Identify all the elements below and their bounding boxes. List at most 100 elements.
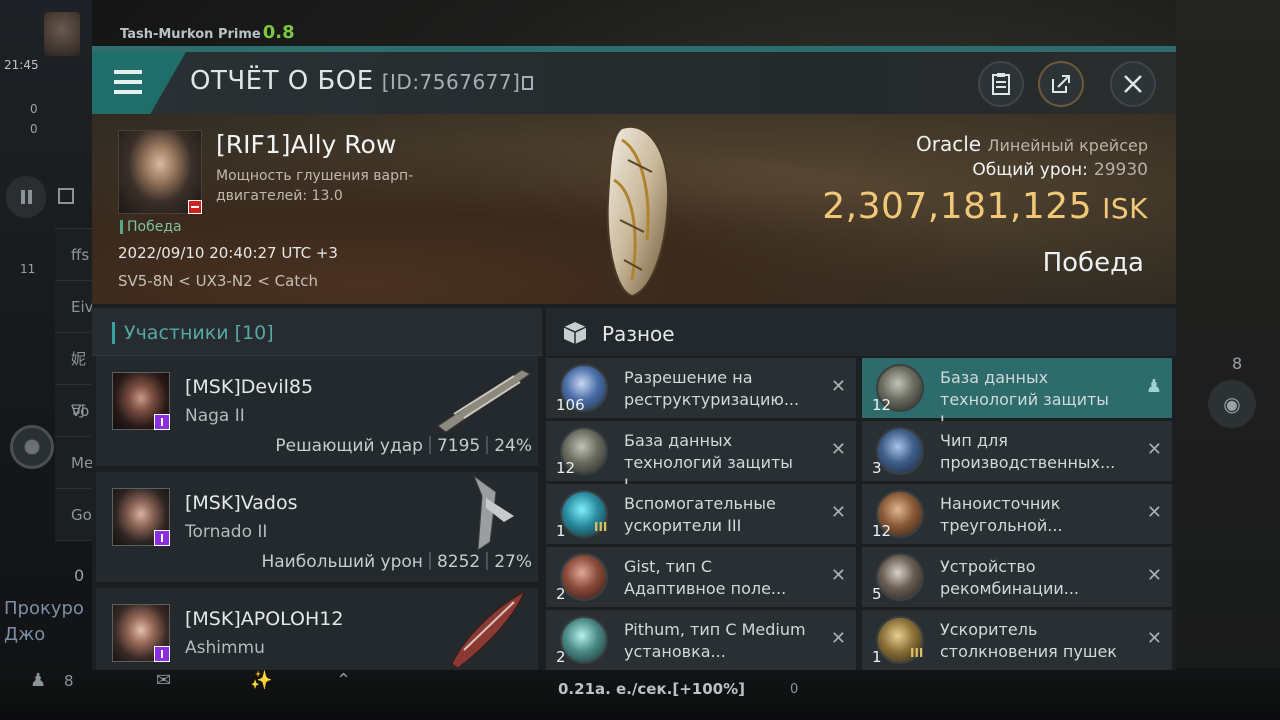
player-avatar[interactable]	[44, 12, 80, 56]
victim-summary: [RIF1]Ally Row Мощность глушения варп-дв…	[92, 114, 1176, 304]
loot-item[interactable]: 2 Pithum, тип C Medium установка... ✕	[546, 610, 856, 670]
loot-item[interactable]: 2 Gist, тип C Адаптивное поле... ✕	[546, 547, 856, 607]
participant-name: [MSK]Devil85	[185, 376, 314, 398]
role-badge-icon	[154, 414, 170, 430]
hostile-badge-icon	[188, 200, 202, 214]
drop-icon: ✕	[830, 502, 846, 523]
loot-item[interactable]: 12 База данных технологий защиты I... ✕	[546, 421, 856, 494]
counter-2: 0	[30, 122, 38, 136]
participant-ship: Naga II	[185, 406, 245, 426]
drop-icon: ✕	[830, 376, 846, 397]
item-quantity: 12	[872, 522, 892, 540]
loot-item-selected[interactable]: 12 База данных технологий защиты I... ♟	[862, 358, 1172, 431]
participant-ship-image	[472, 474, 514, 551]
victim-ship-image[interactable]	[592, 120, 682, 300]
chat-count: 0	[74, 566, 85, 585]
participant-row[interactable]: [MSK]APOLOH12 Ashimmu	[96, 588, 538, 670]
clock: 21:45	[4, 58, 39, 72]
person-icon: ♟	[1145, 376, 1162, 397]
window-title: ОТЧЁТ О БОЕ [ID:7567677]	[190, 66, 534, 96]
close-button[interactable]	[1110, 61, 1156, 107]
fleet-icon[interactable]: ✨	[250, 670, 272, 691]
title-text: ОТЧЁТ О БОЕ	[190, 66, 374, 96]
loot-grid: 106 Разрешение на реструктуризацию... ✕ …	[546, 358, 1176, 670]
channel-item[interactable]: Eiv	[55, 281, 95, 333]
item-name: Ускоритель столкновения пушек ...	[940, 620, 1117, 670]
channel-item[interactable]: Go	[55, 489, 95, 541]
menu-button[interactable]	[92, 52, 186, 114]
loot-item[interactable]: 106 Разрешение на реструктуризацию... ✕	[546, 358, 856, 418]
isk-unit: ISK	[1102, 192, 1148, 225]
victim-ship[interactable]: Oracle Линейный крейсер	[916, 132, 1148, 156]
drop-icon: ✕	[830, 439, 846, 460]
channel-item[interactable]: Me	[55, 437, 95, 489]
drop-icon: ✕	[830, 628, 846, 649]
drop-icon: ✕	[830, 565, 846, 586]
item-quantity: 1	[556, 522, 566, 540]
item-quantity: 2	[556, 648, 566, 666]
drop-icon: ✕	[1146, 439, 1162, 460]
loot-item[interactable]: 5 Устройство рекомбинации... ✕	[862, 547, 1172, 607]
system-status[interactable]: Tash-Murkon Prime 0.8	[120, 22, 295, 43]
participant-stats: Наибольший урон 8252 27%	[261, 552, 532, 572]
participants-title: Участники	[124, 322, 229, 344]
drop-icon: ✕	[1146, 565, 1162, 586]
total-damage-value: 29930	[1093, 160, 1148, 180]
total-damage: Общий урон: 29930	[972, 160, 1148, 180]
battle-result: Победа	[1042, 248, 1144, 278]
participants-header: Участники [10]	[92, 308, 542, 356]
victim-name[interactable]: [RIF1]Ally Row	[216, 130, 396, 159]
stat-label: Решающий удар	[275, 436, 423, 456]
channel-item[interactable]: 妮可	[55, 333, 95, 420]
clipboard-icon	[992, 73, 1010, 95]
loot-item[interactable]: 3 Чип для производственных... ✕	[862, 421, 1172, 481]
loot-item[interactable]: 1 III Ускоритель столкновения пушек ... …	[862, 610, 1172, 670]
stat-damage: 8252	[436, 552, 481, 572]
item-name: Наноисточник треугольной...	[940, 494, 1063, 535]
background-right-panel	[1176, 0, 1280, 720]
chat-line: Джо	[4, 624, 46, 645]
pause-button[interactable]	[6, 176, 46, 218]
system-name: Tash-Murkon Prime	[120, 27, 261, 42]
item-quantity: 12	[556, 459, 576, 477]
participant-ship: Ashimmu	[185, 638, 265, 658]
copy-icon[interactable]	[522, 76, 534, 90]
outcome-tag: Победа	[120, 220, 182, 234]
item-tech-level: III	[594, 520, 608, 534]
loot-item[interactable]: 12 Наноисточник треугольной... ✕	[862, 484, 1172, 544]
clipboard-button[interactable]	[978, 61, 1024, 107]
box-icon	[563, 322, 587, 344]
channel-item[interactable]: Vo	[55, 385, 95, 437]
kill-location[interactable]: SV5-8N < UX3-N2 < Catch	[118, 272, 318, 290]
people-icon[interactable]: ♟	[30, 670, 46, 691]
participant-ship-image	[451, 590, 525, 668]
chevron-up-icon[interactable]: ⌃	[336, 670, 351, 691]
participant-row[interactable]: [MSK]Devil85 Naga II Решающий удар 7195 24…	[96, 356, 538, 468]
item-name: Вспомогательные ускорители III	[624, 494, 776, 535]
participant-row[interactable]: [MSK]Vados Tornado II Наибольший урон 825…	[96, 472, 538, 584]
combat-report-window: ОТЧЁТ О БОЕ [ID:7567677] [RIF1]Ally Row М…	[92, 46, 1176, 670]
isk-value: 2,307,181,125	[822, 186, 1093, 227]
chat-line: Прокуро	[4, 598, 84, 619]
stop-button[interactable]	[58, 188, 74, 204]
role-badge-icon	[154, 646, 170, 662]
item-quantity: 5	[872, 585, 882, 603]
close-icon	[1124, 75, 1142, 93]
share-icon	[1052, 75, 1070, 93]
stat-percent: 27%	[494, 552, 532, 572]
stat-label: Наибольший урон	[261, 552, 423, 572]
background-channel-list: ffs Eiv 妮可 Vo Me Go	[55, 228, 95, 541]
channel-item[interactable]: ffs	[55, 229, 95, 281]
eye-icon[interactable]: ◉	[1208, 380, 1256, 428]
people-count: 8	[64, 672, 74, 690]
window-header: ОТЧЁТ О БОЕ [ID:7567677]	[92, 52, 1176, 114]
speed-zero: 0	[790, 682, 799, 697]
share-button[interactable]	[1038, 61, 1084, 107]
victim-attribute: Мощность глушения варп-двигателей: 13.0	[216, 168, 414, 204]
target-circle-icon[interactable]	[10, 425, 54, 469]
loot-item[interactable]: 1 III Вспомогательные ускорители III ✕	[546, 484, 856, 544]
item-name: Устройство рекомбинации...	[940, 557, 1079, 598]
mail-icon[interactable]: ✉	[156, 670, 171, 691]
item-quantity: 106	[556, 396, 585, 414]
participant-name: [MSK]APOLOH12	[185, 608, 344, 630]
